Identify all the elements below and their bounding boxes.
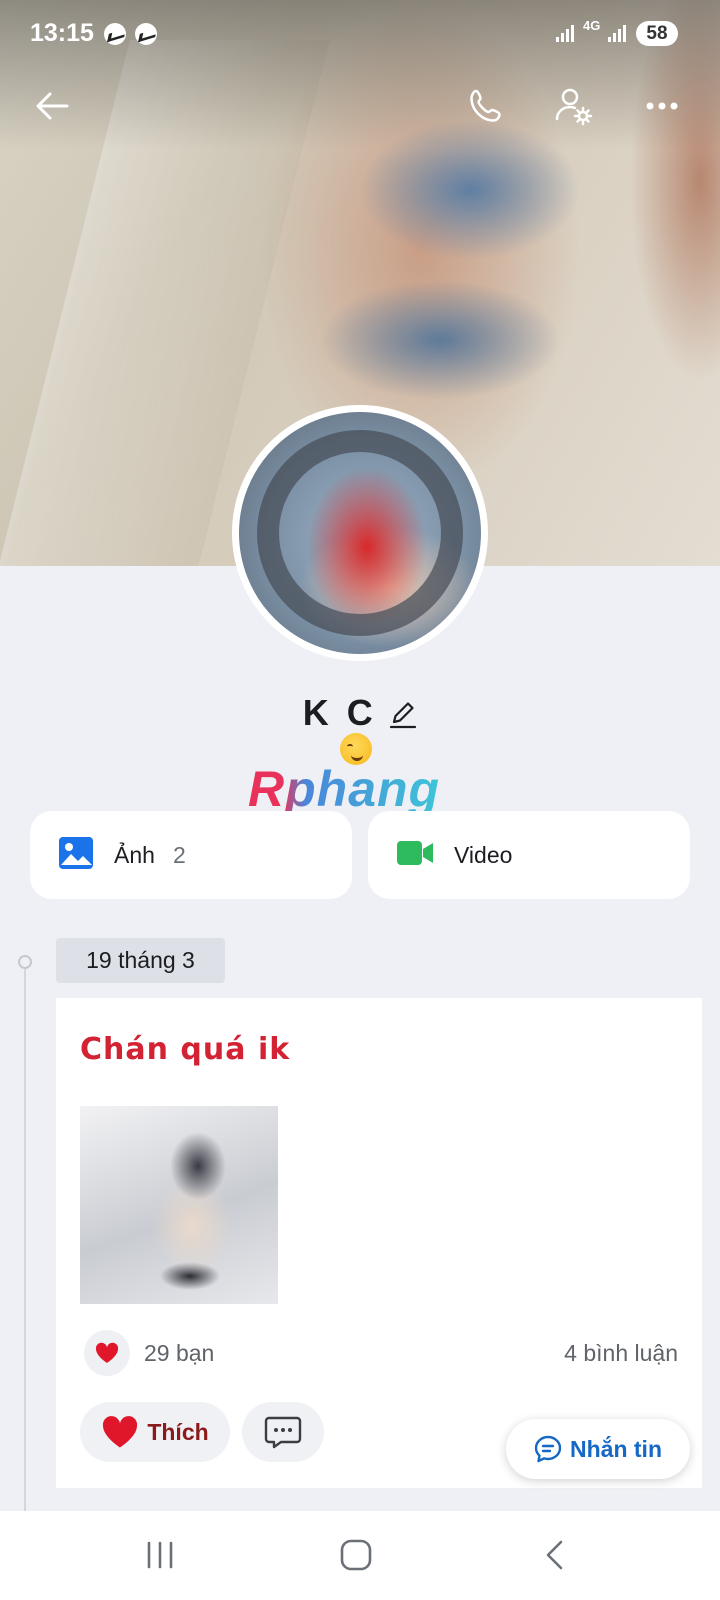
send-message-label: Nhắn tin (570, 1435, 662, 1462)
watermark: Rphang (248, 761, 441, 817)
call-button[interactable] (458, 78, 514, 134)
timeline-line (24, 960, 26, 1520)
videos-card[interactable]: Video (368, 811, 690, 899)
messenger-icon (135, 23, 157, 45)
video-camera-icon (396, 838, 434, 873)
send-message-button[interactable]: Nhắn tin (506, 1419, 690, 1479)
chevron-left-icon (546, 1540, 563, 1570)
home-icon (340, 1539, 372, 1571)
image-icon (58, 836, 94, 875)
like-button-label: Thích (147, 1418, 209, 1445)
chat-bubble-icon (534, 1435, 562, 1463)
status-time: 13:15 (30, 19, 94, 47)
system-navigation-bar (0, 1511, 720, 1600)
recent-apps-icon (147, 1541, 173, 1569)
network-type: 4G (583, 18, 601, 33)
timeline-post[interactable]: Chán quá ik 29 bạn 4 bình luận Thích (56, 998, 702, 1488)
post-text: Chán quá ik (80, 1032, 291, 1067)
post-photo[interactable] (80, 1106, 278, 1304)
photos-count: 2 (172, 841, 186, 868)
likes-count[interactable]: 29 bạn (144, 1340, 214, 1367)
timeline-dot (18, 955, 32, 969)
top-navigation (0, 76, 720, 140)
post-reactions: 29 bạn 4 bình luận (80, 1330, 678, 1376)
comment-button[interactable] (242, 1402, 324, 1462)
signal-icon (608, 24, 628, 42)
timeline-date: 19 tháng 3 (56, 938, 225, 983)
more-options-button[interactable] (634, 78, 690, 134)
edit-name-button[interactable] (389, 699, 417, 734)
photos-card[interactable]: Ảnh 2 (30, 811, 352, 899)
profile-name: K C (302, 692, 377, 733)
profile-avatar[interactable] (232, 405, 488, 661)
messenger-icon (104, 23, 126, 45)
profile-settings-button[interactable] (546, 78, 602, 134)
signal-icon (556, 24, 576, 42)
recent-apps-button[interactable] (130, 1533, 190, 1577)
videos-label: Video (454, 841, 513, 868)
heart-icon (103, 1416, 138, 1448)
heart-reaction-icon[interactable] (84, 1330, 130, 1376)
user-settings-icon (555, 88, 593, 126)
battery-indicator: 58 (636, 21, 678, 46)
home-button[interactable] (326, 1533, 386, 1577)
profile-name-row: K C (0, 692, 720, 734)
comments-count[interactable]: 4 bình luận (564, 1340, 678, 1367)
system-back-button[interactable] (524, 1533, 584, 1577)
arrow-left-icon (36, 92, 69, 120)
pencil-icon (390, 702, 417, 729)
photos-label: Ảnh (114, 841, 155, 868)
back-button[interactable] (24, 78, 80, 134)
status-bar: 13:15 4G 58 (0, 0, 720, 66)
more-horizontal-icon (646, 102, 678, 110)
phone-icon (470, 89, 501, 122)
comment-icon (264, 1416, 302, 1449)
like-button[interactable]: Thích (80, 1402, 230, 1462)
